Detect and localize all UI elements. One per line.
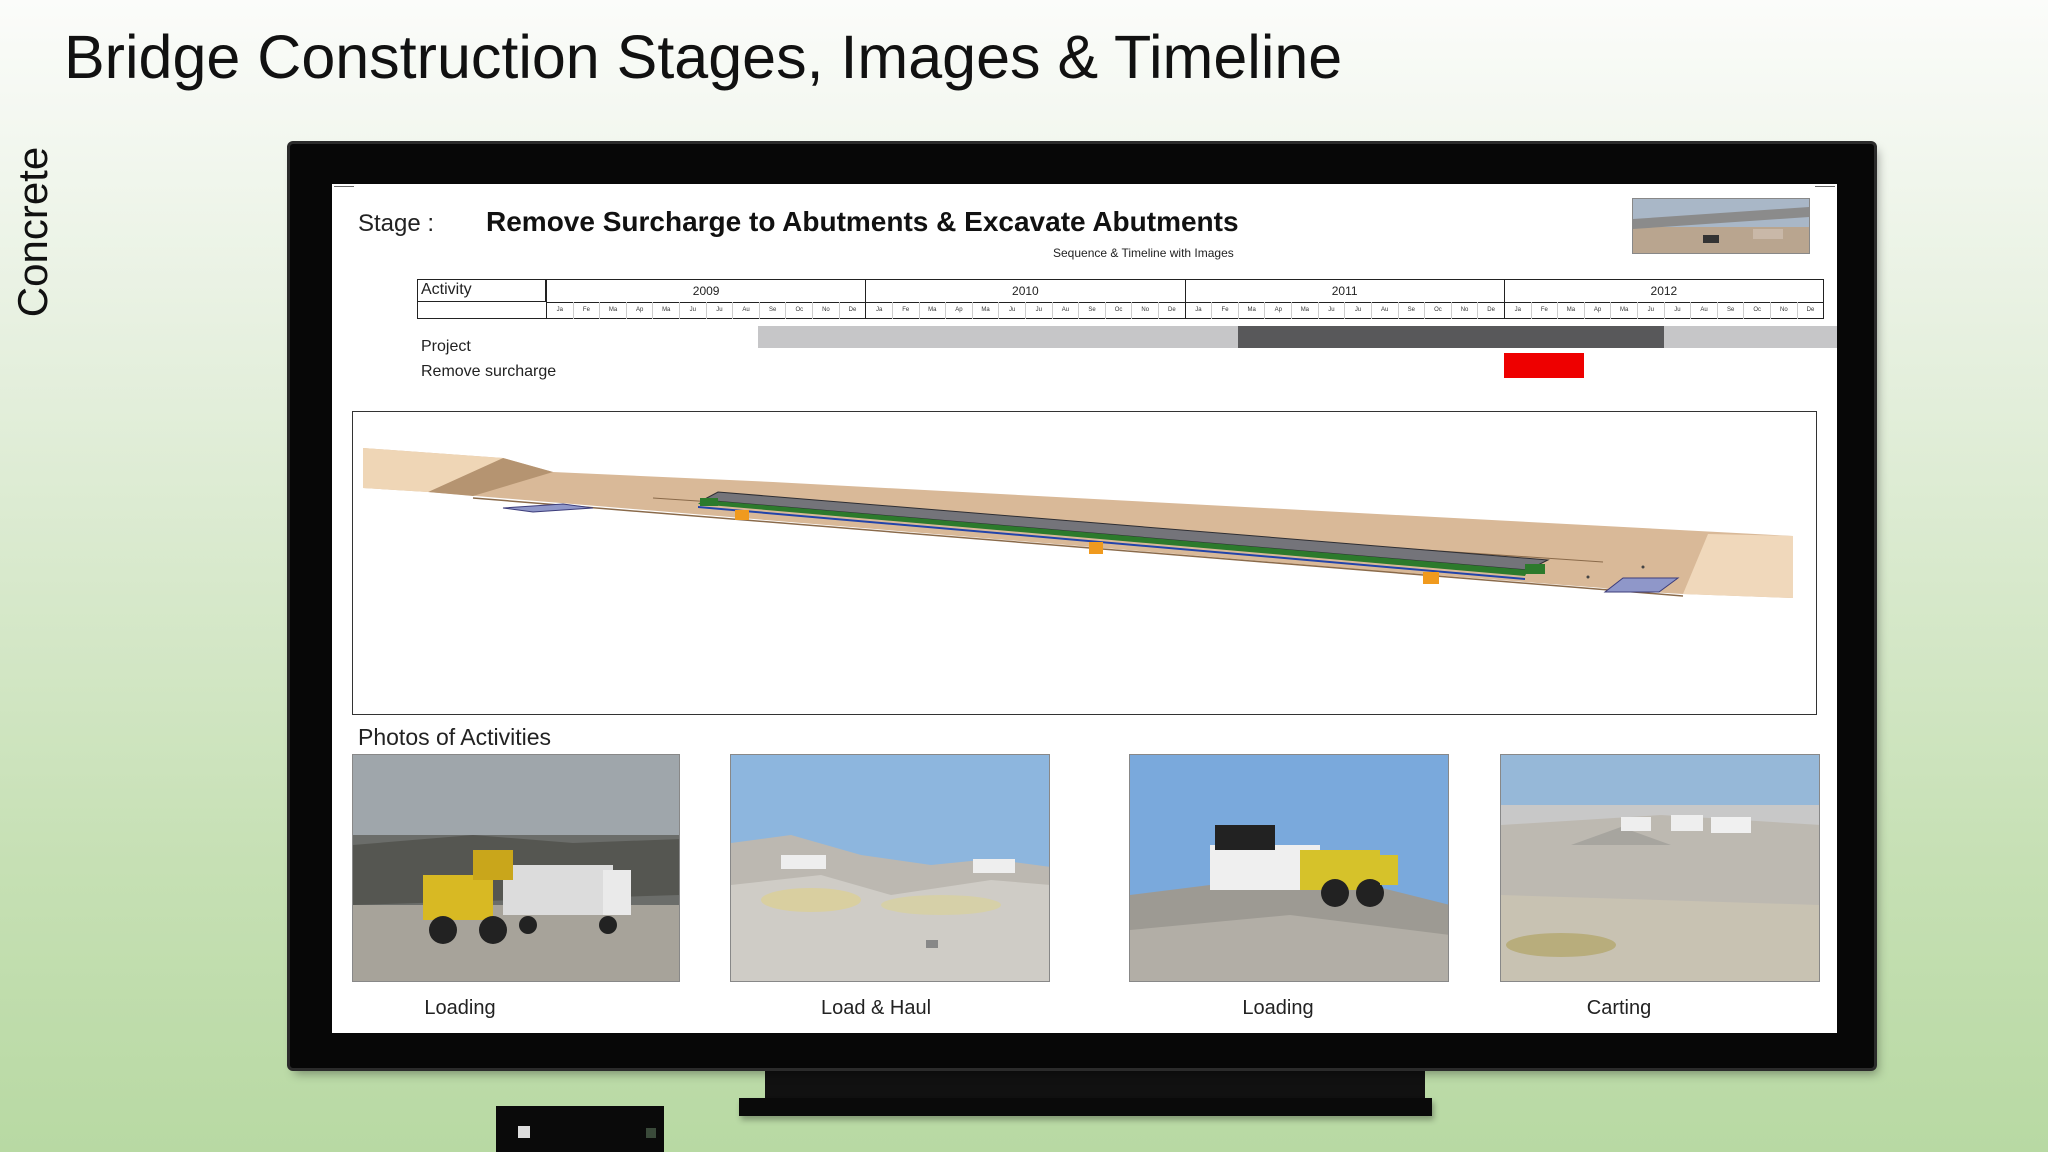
gantt-month-header: Fe: [1530, 302, 1558, 319]
gantt-month-header: Ju: [679, 302, 706, 319]
gantt-month-header: Ma: [971, 302, 999, 319]
bridge-thumbnail-image: [1632, 198, 1810, 254]
gantt-month-header: Fe: [1211, 302, 1238, 319]
photo-caption-carting: Carting: [1586, 997, 1652, 1019]
photos-heading: Photos of Activities: [358, 724, 552, 750]
gantt-month-header: Ma: [1291, 302, 1318, 319]
gantt-month-header: Ju: [1663, 302, 1691, 319]
tv-stand-base: [739, 1098, 1432, 1116]
gantt-month-header: Ju: [998, 302, 1025, 319]
gantt-month-header: Fe: [891, 302, 919, 319]
side-label: Concrete: [9, 146, 56, 318]
photo-caption-loading-1: Loading: [424, 997, 496, 1019]
photo-carting: [1500, 754, 1820, 982]
gantt-month-header: Oc: [785, 302, 812, 319]
gantt-month-header: Au: [732, 302, 759, 319]
gantt-month-header: Oc: [1424, 302, 1451, 319]
gantt-month-header: No: [1131, 302, 1158, 319]
gantt-month-header: Ma: [652, 302, 679, 319]
photo-loading-2: [1129, 754, 1449, 982]
gantt-month-header: De: [1796, 302, 1824, 319]
gantt-month-header: Ja: [1184, 302, 1212, 319]
remote-button: [518, 1126, 530, 1138]
gantt-month-header: Ma: [918, 302, 946, 319]
gantt-month-header: Ap: [625, 302, 653, 319]
gantt-month-header: Ma: [1557, 302, 1584, 319]
gantt-month-header: No: [1770, 302, 1797, 319]
corner-mark: [1815, 186, 1835, 187]
gantt-month-header: Ja: [1503, 302, 1531, 319]
gantt-month-header: Ma: [599, 302, 626, 319]
gantt-month-header: Ju: [705, 302, 733, 319]
gantt-month-header: Ju: [1344, 302, 1371, 319]
gantt-bar: [1237, 326, 1665, 348]
photo-loading-1: [352, 754, 680, 982]
gantt-month-header: Ja: [865, 302, 892, 319]
gantt-month-header: Ja: [546, 302, 573, 319]
gantt-month-header: Se: [1716, 302, 1744, 319]
gantt-month-header: Se: [1078, 302, 1105, 319]
gantt-month-header: Au: [1690, 302, 1717, 319]
gantt-month-header: De: [1477, 302, 1504, 319]
gantt-month-header: Ma: [1237, 302, 1265, 319]
gantt-month-header: Se: [758, 302, 786, 319]
bridge-model-panel: [352, 411, 1817, 715]
photo-load-haul: [730, 754, 1050, 982]
stage-subtitle: Sequence & Timeline with Images: [1053, 246, 1234, 260]
gantt-header: Activity 2009 2010 2011 2012 Ja Fe Ma Ap Ma Ju Ju…: [417, 279, 1824, 319]
gantt-month-header: Au: [1051, 302, 1079, 319]
slide-title: Bridge Construction Stages, Images & Tim…: [64, 23, 1343, 91]
gantt-month-header: Ju: [1636, 302, 1664, 319]
gantt-month-header: Oc: [1104, 302, 1132, 319]
corner-mark: [334, 186, 354, 187]
photo-caption-loading-2: Loading: [1242, 997, 1314, 1019]
activity-column-header: Activity: [418, 280, 546, 302]
tv-screen: Stage : Remove Surcharge to Abutments & …: [332, 184, 1837, 1033]
gantt-month-header: Se: [1397, 302, 1425, 319]
gantt-year-header: 2009: [546, 280, 865, 302]
gantt-year-header: 2011: [1184, 280, 1504, 302]
haul-trucks-photo: [731, 755, 1049, 981]
gantt-month-header: Ma: [1610, 302, 1637, 319]
stage-label: Stage :: [358, 210, 435, 237]
gantt-month-header: Fe: [572, 302, 600, 319]
remote-control: [496, 1106, 664, 1152]
stage-title: Remove Surcharge to Abutments & Excavate…: [486, 206, 1239, 237]
loader-photo: [1130, 755, 1448, 981]
gantt-row-label-remove-surcharge: Remove surcharge: [421, 363, 557, 380]
carting-photo: [1501, 755, 1819, 981]
tv-stand-neck: [765, 1066, 1425, 1102]
gantt-month-header: Oc: [1743, 302, 1770, 319]
gantt-row-label-project: Project: [421, 338, 471, 355]
gantt-bar: [1504, 353, 1585, 378]
gantt-month-header: Ju: [1317, 302, 1345, 319]
gantt-month-header: Ju: [1024, 302, 1052, 319]
loader-truck-photo: [353, 755, 679, 981]
gantt-month-header: Au: [1370, 302, 1398, 319]
gantt-years: 2009 2010 2011 2012: [546, 280, 1823, 303]
gantt-month-header: Ap: [945, 302, 972, 319]
remote-indicator: [646, 1128, 656, 1138]
gantt-bar: [1664, 326, 1837, 348]
gantt-year-header: 2012: [1503, 280, 1823, 302]
gantt-month-header: Ap: [1264, 302, 1291, 319]
gantt-year-header: 2010: [865, 280, 1184, 302]
gantt-bar: [758, 326, 1238, 348]
bridge-3d-model-image: [363, 448, 1793, 598]
gantt-months: Ja Fe Ma Ap Ma Ju Ju Au Se Oc No De Ja Fe Ma Ap Ma Ju Ju Au…: [546, 302, 1823, 319]
gantt-month-header: De: [838, 302, 866, 319]
gantt-month-header: Ap: [1583, 302, 1611, 319]
gantt-month-header: De: [1158, 302, 1185, 319]
gantt-month-header: No: [812, 302, 839, 319]
photo-caption-load-haul: Load & Haul: [820, 997, 932, 1019]
gantt-month-header: No: [1450, 302, 1478, 319]
